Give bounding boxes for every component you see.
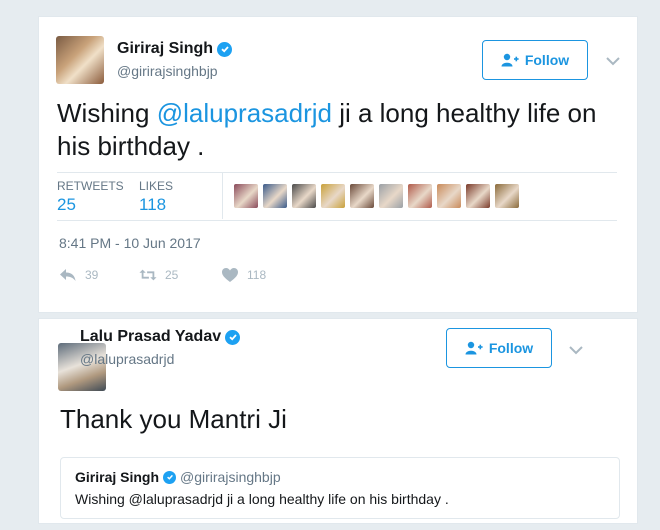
liker-avatar[interactable] bbox=[495, 184, 519, 208]
author-handle[interactable]: @girirajsinghbjp bbox=[117, 63, 218, 79]
follow-button[interactable]: Follow bbox=[446, 328, 552, 368]
author-name[interactable]: Lalu Prasad Yadav bbox=[80, 328, 241, 346]
quoted-author-name: Giriraj Singh bbox=[75, 469, 160, 485]
reply-button[interactable]: 39 bbox=[59, 267, 98, 283]
mention-link[interactable]: @laluprasadrjd bbox=[157, 98, 332, 128]
retweet-count: 25 bbox=[165, 268, 179, 282]
author-name[interactable]: Giriraj Singh bbox=[117, 40, 233, 58]
author-handle[interactable]: @laluprasadrjd bbox=[80, 351, 174, 367]
retweet-icon bbox=[139, 269, 157, 281]
verified-badge-icon bbox=[225, 329, 241, 345]
follow-button[interactable]: Follow bbox=[482, 40, 588, 80]
liker-avatar[interactable] bbox=[350, 184, 374, 208]
author-name-text[interactable]: Lalu Prasad Yadav bbox=[80, 328, 221, 346]
verified-badge-icon bbox=[163, 470, 177, 484]
liker-avatar[interactable] bbox=[437, 184, 461, 208]
divider bbox=[57, 172, 617, 173]
reply-icon bbox=[60, 269, 76, 281]
retweets-label: RETWEETS bbox=[57, 179, 124, 193]
chevron-down-icon[interactable] bbox=[606, 56, 620, 66]
timestamp[interactable]: 8:41 PM - 10 Jun 2017 bbox=[59, 235, 201, 251]
divider bbox=[57, 220, 617, 221]
quoted-tweet-text: Wishing @laluprasadrjd ji a long healthy… bbox=[75, 491, 449, 507]
quoted-tweet[interactable]: Giriraj Singh @girirajsinghbjp Wishing @… bbox=[60, 457, 620, 519]
follow-label: Follow bbox=[488, 340, 534, 356]
chevron-down-icon[interactable] bbox=[569, 345, 583, 355]
tweet-text-prefix: Wishing bbox=[57, 98, 157, 128]
verified-badge-icon bbox=[217, 41, 233, 57]
add-person-icon bbox=[465, 341, 483, 355]
author-name-text[interactable]: Giriraj Singh bbox=[117, 40, 213, 58]
reply-count: 39 bbox=[85, 268, 99, 282]
quoted-author-handle: @girirajsinghbjp bbox=[180, 469, 281, 485]
likes-count[interactable]: 118 bbox=[139, 195, 166, 215]
tweet-text: Wishing @laluprasadrjd ji a long healthy… bbox=[57, 97, 617, 163]
liker-avatar[interactable] bbox=[408, 184, 432, 208]
follow-label: Follow bbox=[524, 52, 570, 68]
liker-avatar[interactable] bbox=[263, 184, 287, 208]
liker-avatar[interactable] bbox=[321, 184, 345, 208]
heart-icon bbox=[222, 268, 238, 282]
retweet-button[interactable]: 25 bbox=[139, 267, 178, 283]
liker-avatar[interactable] bbox=[234, 184, 258, 208]
avatar[interactable] bbox=[56, 36, 104, 84]
like-count: 118 bbox=[247, 268, 267, 282]
liker-avatar[interactable] bbox=[292, 184, 316, 208]
retweets-count[interactable]: 25 bbox=[57, 195, 76, 215]
stats-separator bbox=[222, 173, 223, 219]
add-person-icon bbox=[501, 53, 519, 67]
liker-avatar[interactable] bbox=[466, 184, 490, 208]
liker-avatars bbox=[234, 184, 519, 208]
tweet-card: Giriraj Singh @girirajsinghbjp Follow Wi… bbox=[38, 16, 638, 313]
quoted-tweet-header: Giriraj Singh @girirajsinghbjp bbox=[75, 469, 281, 485]
likes-label: LIKES bbox=[139, 179, 174, 193]
like-button[interactable]: 118 bbox=[221, 267, 266, 283]
liker-avatar[interactable] bbox=[379, 184, 403, 208]
tweet-text: Thank you Mantri Ji bbox=[60, 404, 287, 434]
